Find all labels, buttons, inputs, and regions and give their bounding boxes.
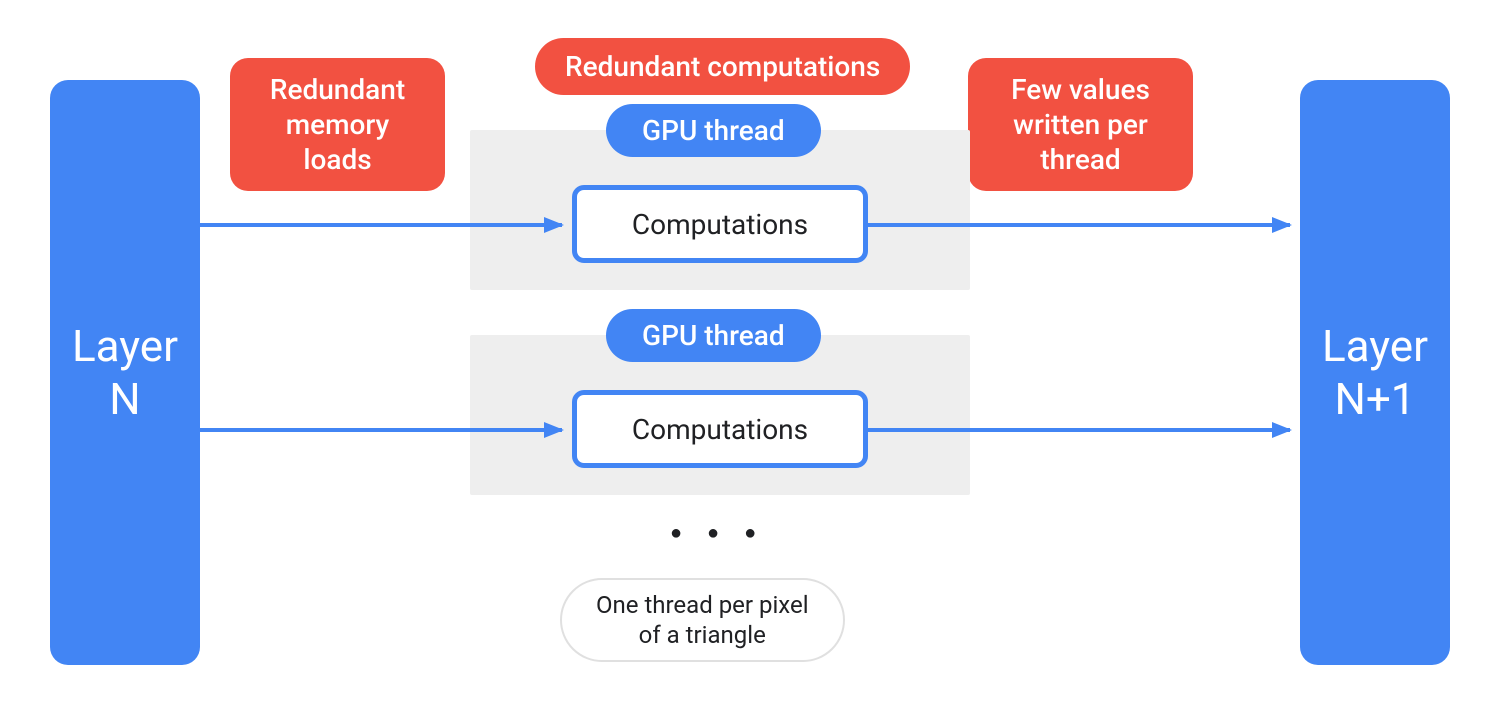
callout-few-values-l3: thread [1040, 142, 1120, 177]
callout-redundant-memory-l2: memory [286, 107, 390, 142]
layer-n-label-1: Layer [72, 320, 178, 373]
computations-box-1: Computations [572, 185, 868, 263]
computations-label-2: Computations [632, 413, 808, 446]
callout-redundant-memory-l1: Redundant [270, 72, 405, 107]
footer-note: One thread per pixel of a triangle [560, 578, 845, 662]
arrow-in-2 [200, 428, 562, 432]
callout-redundant-computations-text: Redundant computations [565, 50, 880, 83]
callout-redundant-memory: Redundant memory loads [230, 58, 445, 191]
ellipsis-text: ● ● ● [670, 520, 766, 544]
ellipsis-dots: ● ● ● [670, 520, 766, 545]
computations-label-1: Computations [632, 208, 808, 241]
layer-n1-label-1: Layer [1322, 320, 1428, 373]
arrow-out-1 [868, 223, 1290, 227]
computations-box-2: Computations [572, 390, 868, 468]
callout-redundant-computations: Redundant computations [535, 38, 910, 95]
gpu-thread-label-1: GPU thread [642, 114, 785, 147]
arrow-in-1 [200, 223, 562, 227]
callout-few-values-l2: written per [1013, 107, 1148, 142]
footer-note-l1: One thread per pixel [596, 590, 809, 620]
arrow-out-2 [868, 428, 1290, 432]
layer-n-box: Layer N [50, 80, 200, 665]
layer-n1-box: Layer N+1 [1300, 80, 1450, 665]
callout-few-values-l1: Few values [1011, 72, 1150, 107]
footer-note-l2: of a triangle [639, 620, 766, 650]
gpu-thread-pill-1: GPU thread [606, 104, 821, 157]
layer-n1-label-2: N+1 [1334, 373, 1415, 426]
gpu-thread-label-2: GPU thread [642, 319, 785, 352]
gpu-thread-pill-2: GPU thread [606, 309, 821, 362]
callout-redundant-memory-l3: loads [303, 142, 371, 177]
callout-few-values: Few values written per thread [968, 58, 1193, 191]
layer-n-label-2: N [109, 373, 140, 426]
